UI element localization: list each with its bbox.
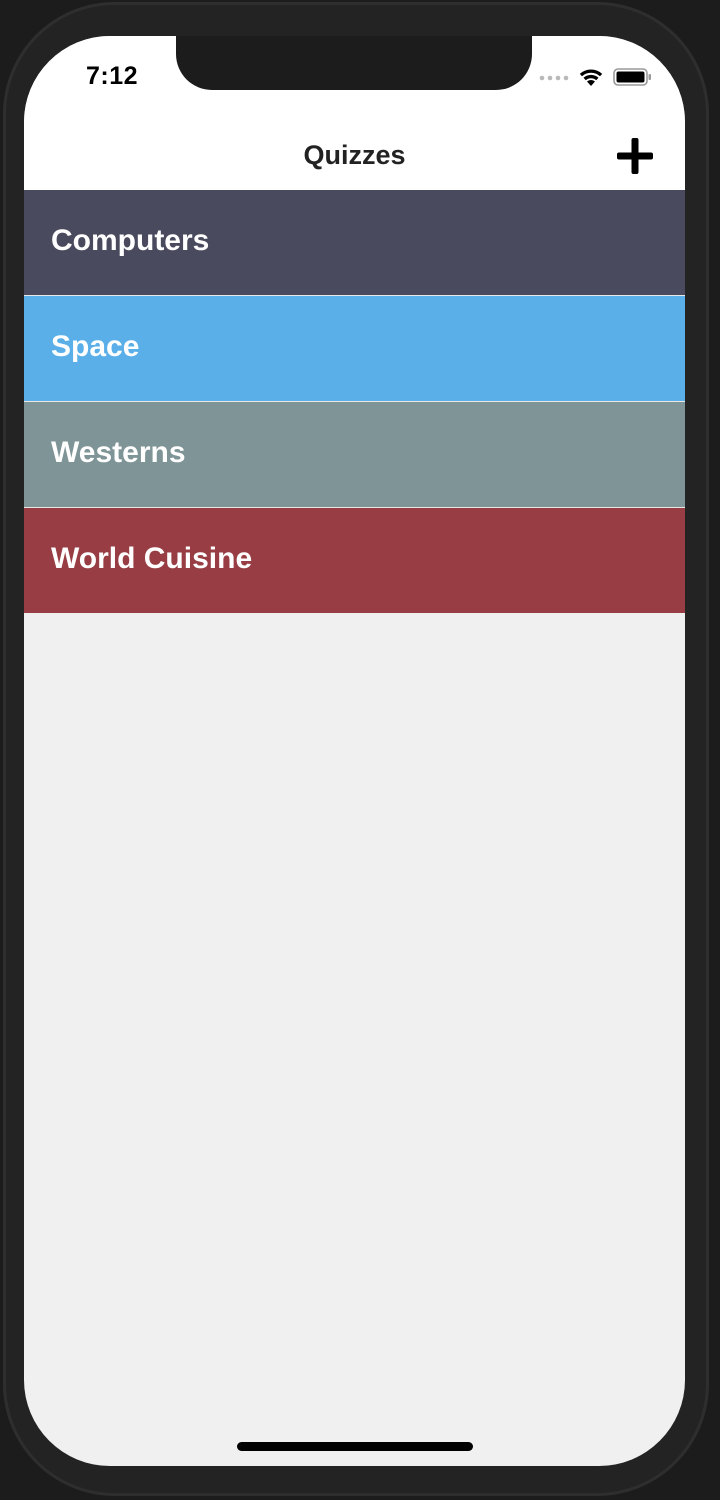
add-quiz-button[interactable] (615, 136, 655, 176)
plus-icon (617, 138, 653, 174)
quiz-item-label: Space (51, 330, 140, 363)
device-background: 7:12 Quizzes Computers Space Westerns Wo… (0, 0, 720, 1500)
quiz-item-label: Computers (51, 224, 210, 257)
screen: 7:12 Quizzes Computers Space Westerns Wo… (24, 36, 685, 1466)
battery-icon (613, 68, 651, 86)
page-title: Quizzes (303, 140, 406, 170)
notch (176, 36, 532, 90)
quiz-item-label: Westerns (51, 436, 186, 469)
cellular-signal-icon (539, 75, 569, 81)
quiz-item-space[interactable]: Space (24, 296, 685, 402)
status-bar: 7:12 (24, 36, 685, 126)
navigation-bar: Quizzes (24, 126, 685, 190)
quiz-item-westerns[interactable]: Westerns (24, 402, 685, 508)
quiz-list: Computers Space Westerns World Cuisine (24, 190, 685, 613)
quiz-item-label: World Cuisine (51, 542, 253, 575)
status-time: 7:12 (86, 62, 139, 90)
home-indicator[interactable] (237, 1442, 473, 1451)
status-icons (539, 66, 653, 88)
quiz-item-computers[interactable]: Computers (24, 190, 685, 296)
quiz-item-world-cuisine[interactable]: World Cuisine (24, 508, 685, 613)
wifi-icon (579, 69, 603, 86)
